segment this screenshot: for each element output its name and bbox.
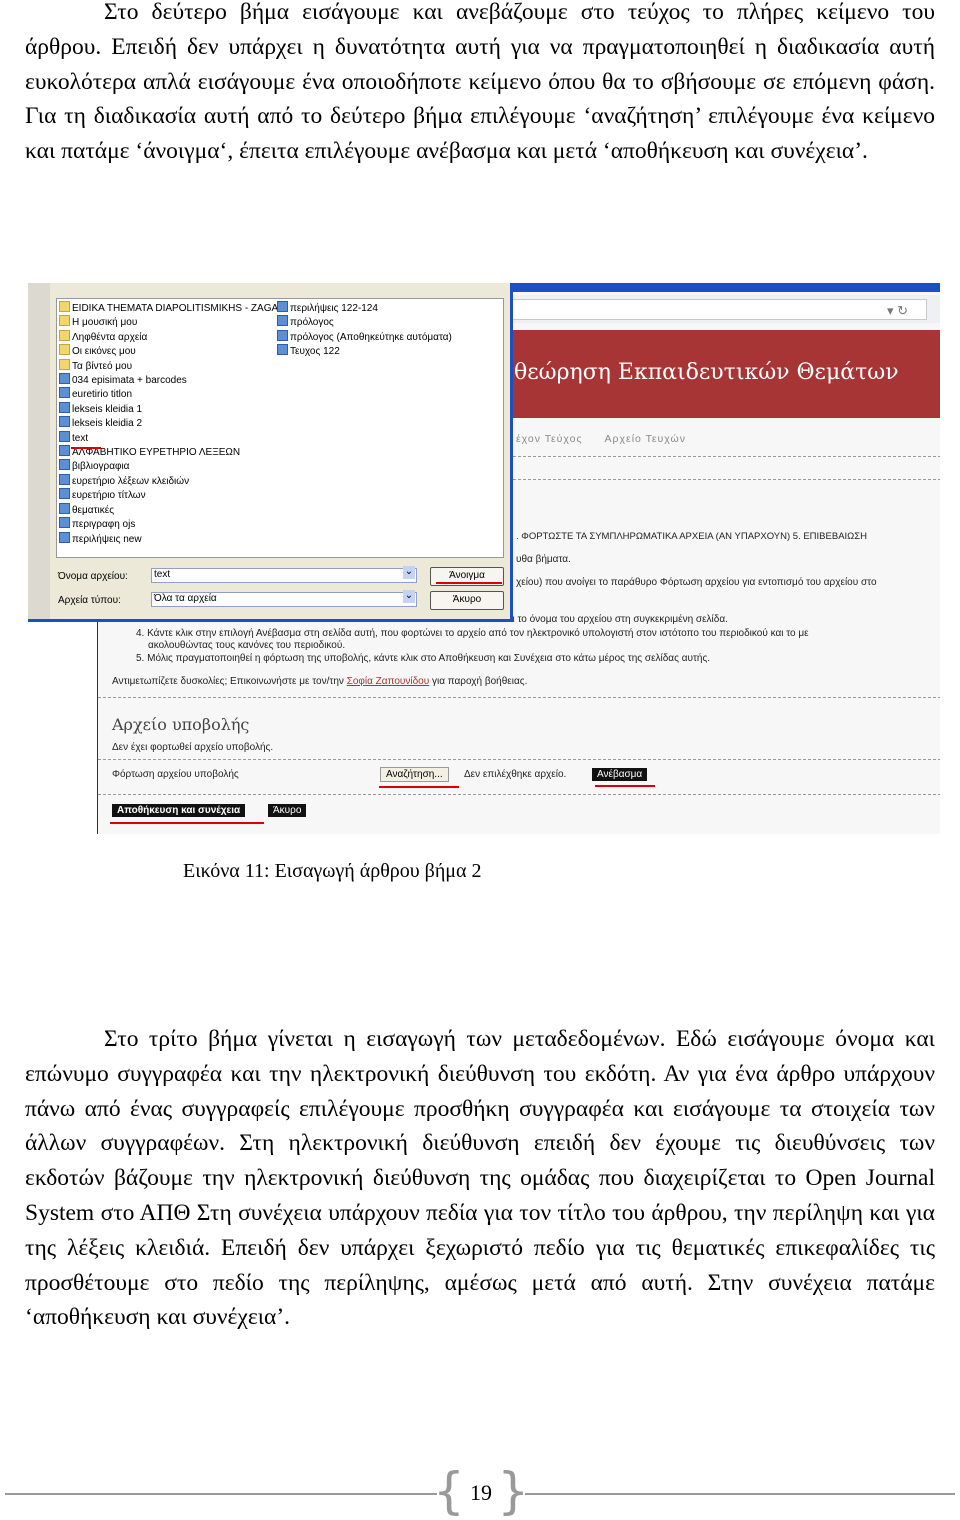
figure-caption: Εικόνα 11: Εισαγωγή άρθρου βήμα 2 [183,860,482,882]
no-file-text: Δεν έχει φορτωθεί αρχείο υποβολής. [112,742,274,753]
open-file-dialog: EIDIKA THEMATA DIAPOLITISMIKHS - ZAGA Η μ… [28,283,513,622]
file-item[interactable]: πρόλογος (Αποθηκεύτηκε αυτόματα) [277,330,452,344]
right-brace: } [497,1462,529,1520]
figure-screenshot: ▾ ↻ θεώρηση Εκπαιδευτικών Θεμάτων έχον Τ… [28,283,940,834]
file-item[interactable]: euretirio titlon [59,387,278,401]
file-item[interactable]: lekseis kleidia 2 [59,416,278,430]
section-title: Αρχείο υποβολής [112,715,250,734]
footer-divider [525,1493,955,1495]
reload-icon: ▾ ↻ [886,303,908,318]
file-item[interactable]: περιγραφη ojs [59,517,278,531]
file-item[interactable]: περιλήψεις 122-124 [277,301,452,315]
instruction-line: υθα βήματα. [516,554,571,565]
file-item[interactable]: EIDIKA THEMATA DIAPOLITISMIKHS - ZAGA [59,301,278,315]
help-text: Αντιμετωπίζετε δυσκολίες; Επικοινωνήστε … [112,676,528,687]
file-item[interactable]: ευρετήριο λέξεων κλειδιών [59,474,278,488]
upload-button[interactable]: Ανέβασμα [592,768,648,781]
file-item[interactable]: ευρετήριο τίτλων [59,488,278,502]
no-file-selected: Δεν επιλέχθηκε αρχείο. [464,769,567,780]
file-item[interactable]: text [59,431,278,445]
file-item[interactable]: Η μουσική μου [59,315,278,329]
filetype-select[interactable]: Όλα τα αρχεία [151,590,417,607]
browse-button[interactable]: Αναζήτηση... [380,767,449,782]
file-item[interactable]: Ληφθέντα αρχεία [59,330,278,344]
file-item[interactable]: βιβλιογραφια [59,459,278,473]
cancel-button[interactable]: Άκυρο [268,804,307,817]
file-item[interactable]: Οι εικόνες μου [59,344,278,358]
instruction-line: ει το όνομα του αρχείου στη συγκεκριμένη… [508,614,728,625]
journal-nav: έχον Τεύχος Αρχείο Τευχών [516,433,708,445]
save-continue-button[interactable]: Αποθήκευση και συνέχεια [112,804,246,817]
places-bar [28,283,50,619]
upload-label: Φόρτωση αρχείου υποβολής [112,769,239,780]
file-item[interactable]: Τα βίντεό μου [59,359,278,373]
help-contact-link[interactable]: Σοφία Ζαπουνίδου [347,676,430,687]
file-item[interactable]: περιλήψεις new [59,532,278,546]
paragraph-step-2: Στο δεύτερο βήμα εισάγουμε και ανεβάζουμ… [25,0,935,165]
page-number-box: { 19 } [433,1462,529,1520]
filename-input[interactable]: text [151,566,417,583]
file-list[interactable]: EIDIKA THEMATA DIAPOLITISMIKHS - ZAGA Η μ… [56,298,504,558]
nav-current-issue[interactable]: έχον Τεύχος [516,433,583,445]
footer-divider [5,1493,437,1495]
instruction-step-5: 5. Μόλις πραγματοποιηθεί η φόρτωση της υ… [136,653,711,664]
file-item[interactable]: Τευχος 122 [277,344,452,358]
instruction-line: χείου) που ανοίγει το παράθυρο Φόρτωση α… [516,577,877,588]
dialog-cancel-button[interactable]: Άκυρο [430,591,504,610]
paragraph-step-3: Στο τρίτο βήμα γίνεται η εισαγωγή των με… [25,1026,935,1331]
filename-label: Όνομα αρχείου: [58,571,128,582]
file-item[interactable]: lekseis kleidia 1 [59,402,278,416]
nav-archive[interactable]: Αρχείο Τευχών [605,433,686,445]
filetype-label: Αρχεία τύπου: [58,595,121,606]
file-item[interactable]: θεματικές [59,503,278,517]
file-item[interactable]: πρόλογος [277,315,452,329]
file-item[interactable]: 034 episimata + barcodes [59,373,278,387]
instruction-step-4: 4. Κάντε κλικ στην επιλογή Ανέβασμα στη … [136,628,809,639]
instruction-step-4b: ακολουθώντας τους κανόνες του περιοδικού… [148,640,346,651]
journal-title: θεώρηση Εκπαιδευτικών Θεμάτων [514,360,899,385]
steps-header: . ΦΟΡΤΩΣΤΕ ΤΑ ΣΥΜΠΛΗΡΩΜΑΤΙΚΑ ΑΡΧΕΙΑ (ΑΝ … [516,531,867,542]
